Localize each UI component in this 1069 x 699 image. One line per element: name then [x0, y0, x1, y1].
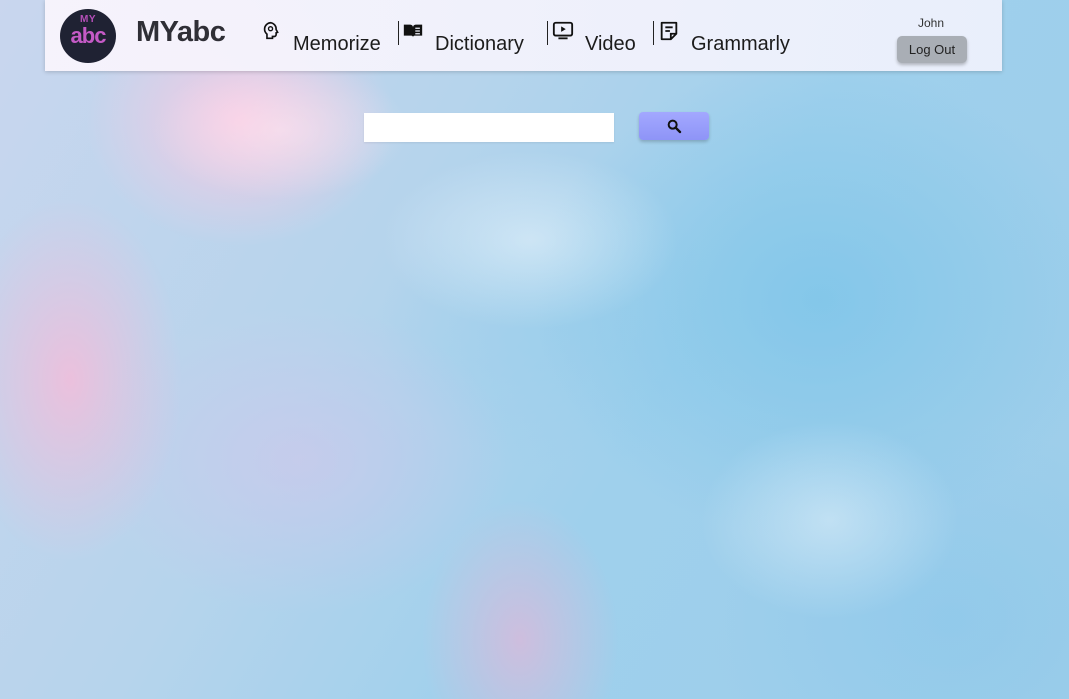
nav-item-label: Video	[585, 33, 636, 55]
brand-name[interactable]: MYabc	[136, 16, 226, 49]
nav-item-memorize[interactable]: Memorize	[259, 20, 381, 54]
user-name: John	[918, 16, 945, 30]
open-book-icon	[403, 24, 423, 38]
background-swirl	[700, 420, 960, 620]
nav-item-dictionary[interactable]: Dictionary	[401, 20, 524, 54]
note-icon	[660, 21, 678, 41]
myabc-logo[interactable]: MY abc	[60, 9, 116, 63]
nav-separator	[547, 21, 548, 45]
search-input[interactable]	[364, 113, 614, 142]
nav-item-label: Grammarly	[691, 33, 790, 55]
nav-item-video[interactable]: Video	[551, 20, 636, 54]
video-play-icon	[552, 21, 574, 40]
background-swirl	[380, 150, 680, 330]
nav-item-grammarly[interactable]: Grammarly	[657, 20, 790, 54]
nav-item-label: Dictionary	[435, 33, 524, 55]
search-icon	[667, 119, 682, 134]
nav-separator	[398, 21, 399, 45]
logout-button[interactable]: Log Out	[897, 36, 967, 63]
nav-separator	[653, 21, 654, 45]
brain-head-icon	[263, 21, 279, 40]
nav-item-label: Memorize	[293, 33, 381, 55]
top-navbar: MY abc MYabc Memorize Dictionary Video G…	[45, 0, 1002, 71]
search-button[interactable]	[639, 112, 709, 140]
logo-main-text: abc	[70, 23, 107, 48]
